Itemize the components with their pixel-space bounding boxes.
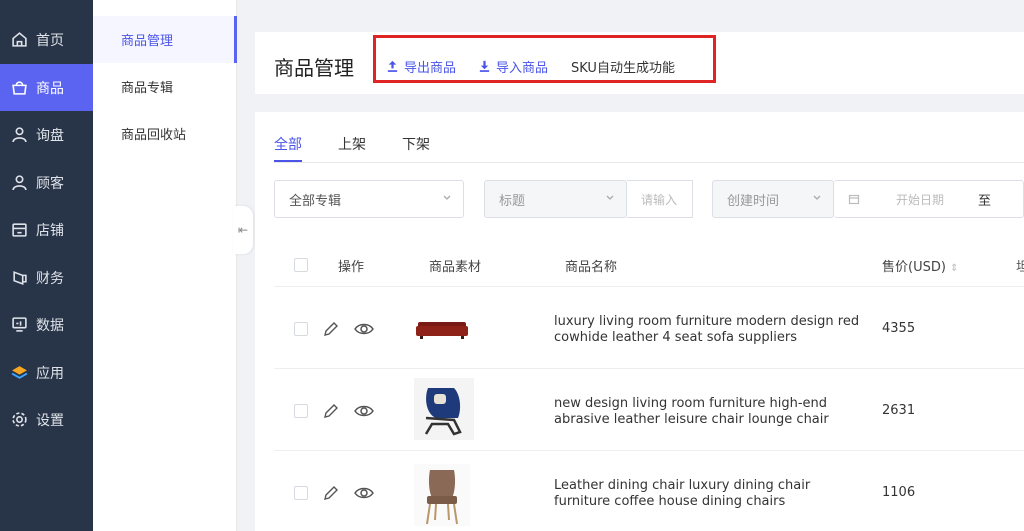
sidebar-item-label: 商品 [36, 80, 64, 97]
search-input-placeholder: 请输入 [641, 192, 678, 207]
sidebar-item-data[interactable]: 数据 [0, 301, 93, 348]
field-select-value: 标题 [499, 193, 526, 209]
product-name[interactable]: new design living room furniture high-en… [554, 396, 864, 428]
subnav-item-label: 商品管理 [121, 34, 174, 49]
bag-icon [10, 79, 28, 97]
select-all-checkbox[interactable] [294, 258, 308, 272]
sidebar-item-home[interactable]: 首页 [0, 16, 93, 63]
main-sidebar: 首页 商品 询盘 顾客 店铺 财务 数据 应用 设置 [0, 0, 93, 531]
sidebar-item-label: 店铺 [36, 222, 64, 239]
page-header: 商品管理 导出商品 导入商品 SKU自动生成功能 [255, 32, 1024, 94]
product-thumbnail-blue-chair [414, 378, 474, 440]
import-products-button[interactable]: 导入商品 [478, 57, 548, 76]
time-field-value: 创建时间 [727, 193, 780, 209]
time-field-select[interactable]: 创建时间 [712, 180, 834, 218]
import-label: 导入商品 [496, 61, 549, 76]
edit-icon[interactable] [322, 402, 340, 420]
price-header-label: 售价(USD) [882, 260, 946, 275]
wallet-icon [10, 269, 28, 287]
table-row: new design living room furniture high-en… [274, 370, 1024, 451]
subnav-item-label: 商品回收站 [121, 128, 187, 143]
sidebar-item-label: 数据 [36, 317, 64, 334]
sidebar-item-apps[interactable]: 应用 [0, 349, 93, 396]
start-date-placeholder: 开始日期 [896, 192, 945, 207]
sidebar-item-settings[interactable]: 设置 [0, 396, 93, 443]
collapse-icon: ⇤ [237, 223, 249, 237]
sidebar-item-finance[interactable]: 财务 [0, 254, 93, 301]
sidebar-item-label: 询盘 [36, 127, 64, 144]
product-price: 2631 [882, 403, 916, 418]
upload-icon [387, 60, 398, 72]
sort-icon: ⇕ [950, 263, 959, 274]
album-select-value: 全部专辑 [289, 193, 342, 209]
row-checkbox[interactable] [294, 486, 308, 500]
album-select[interactable]: 全部专辑 [274, 180, 464, 218]
product-name[interactable]: Leather dining chair luxury dining chair… [554, 478, 864, 510]
tab-divider [274, 162, 1024, 163]
column-header-clipped: 坦 [1016, 260, 1024, 275]
product-list-card: 全部 上架 下架 全部专辑 标题 请输入 创建时间 开始日期 至 操作 商品素材… [255, 112, 1024, 531]
product-thumbnail-brown-chair [414, 464, 470, 526]
sidebar-item-store[interactable]: 店铺 [0, 206, 93, 253]
export-label: 导出商品 [404, 61, 457, 76]
sku-label: SKU自动生成功能 [571, 61, 675, 76]
sidebar-item-products[interactable]: 商品 [0, 64, 93, 111]
export-products-button[interactable]: 导出商品 [386, 57, 456, 76]
product-price: 1106 [882, 485, 916, 500]
store-icon [10, 221, 28, 239]
date-range-input[interactable]: 开始日期 至 [834, 180, 1024, 218]
row-checkbox[interactable] [294, 322, 308, 336]
collapse-sidebar-button[interactable]: ⇤ [233, 206, 253, 254]
subnav-item-recycle-bin[interactable]: 商品回收站 [93, 110, 237, 157]
column-header-name: 商品名称 [565, 260, 618, 275]
column-header-actions: 操作 [338, 260, 365, 275]
edit-icon[interactable] [322, 320, 340, 338]
sidebar-item-label: 财务 [36, 270, 64, 287]
subnav-item-product-albums[interactable]: 商品专辑 [93, 63, 237, 110]
table-row: Leather dining chair luxury dining chair… [274, 452, 1024, 531]
layers-icon [10, 364, 28, 382]
sidebar-item-label: 顾客 [36, 175, 64, 192]
calendar-icon [848, 194, 860, 205]
row-checkbox[interactable] [294, 404, 308, 418]
person-icon [10, 126, 28, 144]
search-input[interactable]: 请输入 [627, 180, 693, 218]
product-name[interactable]: luxury living room furniture modern desi… [554, 314, 864, 346]
column-header-price[interactable]: 售价(USD) ⇕ [882, 256, 958, 275]
field-select[interactable]: 标题 [484, 180, 627, 218]
sidebar-item-label: 设置 [36, 412, 64, 429]
chevron-down-icon [606, 195, 614, 200]
edit-icon[interactable] [322, 484, 340, 502]
tab-off-shelf[interactable]: 下架 [402, 134, 430, 160]
chevron-down-icon [813, 195, 821, 200]
tab-on-shelf[interactable]: 上架 [338, 134, 366, 160]
subnav-item-product-management[interactable]: 商品管理 [93, 16, 237, 63]
subnav-item-label: 商品专辑 [121, 81, 174, 96]
tab-all[interactable]: 全部 [274, 134, 302, 162]
product-price: 4355 [882, 321, 916, 336]
sidebar-item-customers[interactable]: 顾客 [0, 159, 93, 206]
view-icon[interactable] [354, 402, 374, 420]
view-icon[interactable] [354, 320, 374, 338]
chevron-down-icon [443, 195, 451, 200]
product-thumbnail-red-sofa [416, 322, 468, 339]
download-icon [479, 60, 490, 72]
gear-icon [10, 411, 28, 429]
status-tabs: 全部 上架 下架 [274, 134, 466, 162]
sidebar-item-label: 首页 [36, 32, 64, 49]
monitor-icon [10, 316, 28, 334]
person-icon [10, 174, 28, 192]
sidebar-item-label: 应用 [36, 365, 64, 382]
sub-sidebar: 商品管理 商品专辑 商品回收站 [93, 0, 237, 531]
view-icon[interactable] [354, 484, 374, 502]
sku-autogen-link[interactable]: SKU自动生成功能 [571, 57, 675, 76]
sidebar-item-inquiry[interactable]: 询盘 [0, 111, 93, 158]
page-title: 商品管理 [274, 56, 354, 80]
table-row: luxury living room furniture modern desi… [274, 288, 1024, 369]
table-header: 操作 商品素材 商品名称 售价(USD) ⇕ 坦 [274, 243, 1024, 287]
date-range-separator: 至 [978, 193, 992, 209]
home-icon [10, 31, 28, 49]
column-header-media: 商品素材 [429, 260, 482, 275]
